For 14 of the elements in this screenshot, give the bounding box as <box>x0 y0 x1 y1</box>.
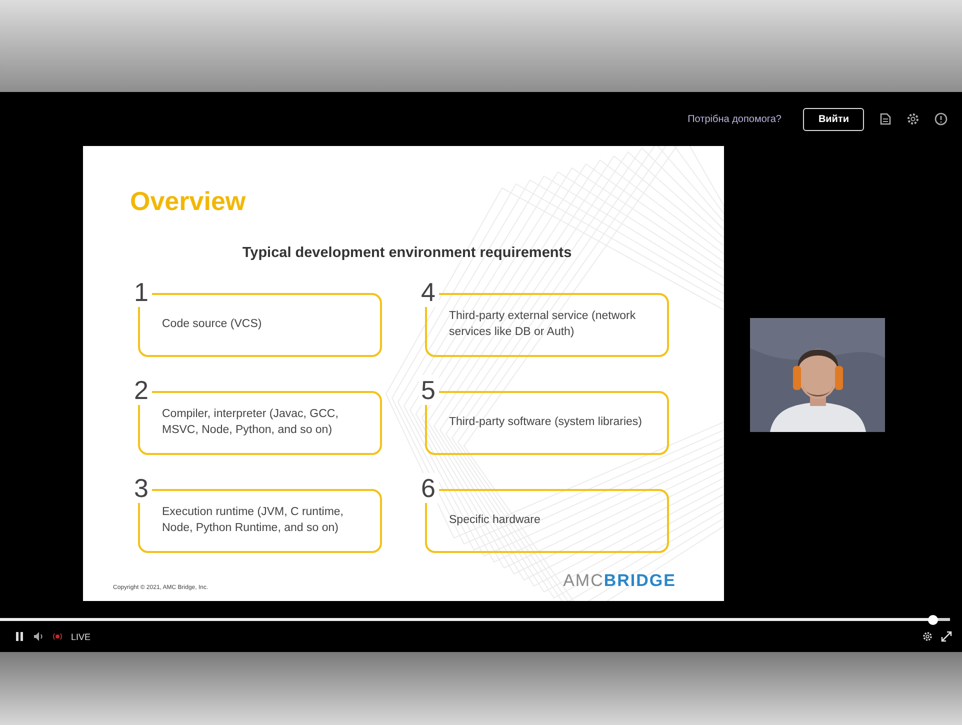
slide-subtitle: Typical development environment requirements <box>242 245 572 261</box>
pause-icon[interactable] <box>14 631 25 642</box>
live-icon <box>52 631 63 642</box>
fullscreen-icon[interactable] <box>941 631 952 642</box>
settings-icon[interactable] <box>906 112 920 126</box>
volume-icon[interactable] <box>33 631 44 642</box>
info-icon[interactable] <box>934 112 948 126</box>
company-logo: AMCBRIDGE <box>563 571 676 591</box>
login-button[interactable]: Вийти <box>803 108 864 130</box>
slide-title: Overview <box>130 186 246 217</box>
progress-thumb[interactable] <box>928 614 938 624</box>
help-link[interactable]: Потрібна допомога? <box>688 114 782 124</box>
document-icon[interactable] <box>878 112 892 126</box>
live-label: LIVE <box>71 632 91 642</box>
